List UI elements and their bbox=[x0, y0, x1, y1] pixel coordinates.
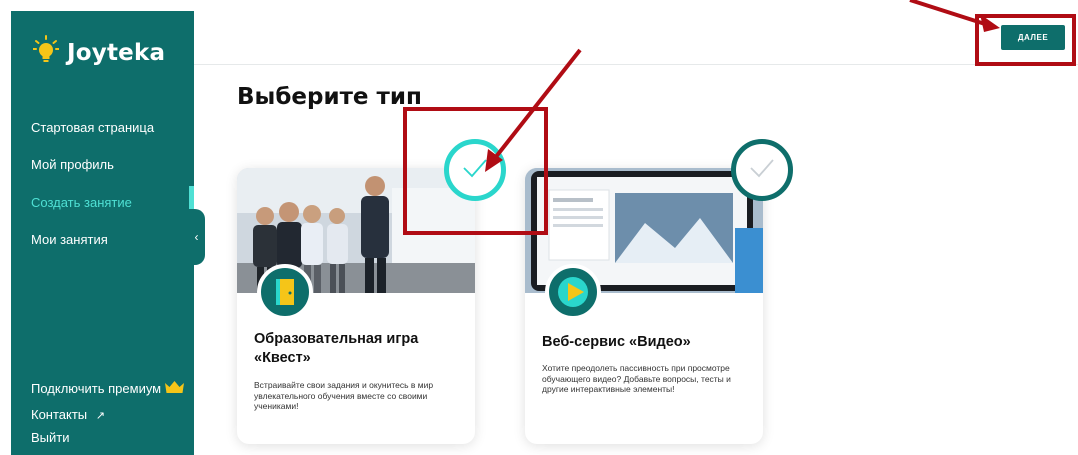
sidebar-item-premium[interactable]: Подключить премиум bbox=[31, 381, 185, 396]
chevron-left-icon: ‹ bbox=[194, 230, 199, 244]
crown-icon bbox=[165, 381, 185, 396]
sidebar-item-my-lessons[interactable]: Мои занятия bbox=[31, 232, 108, 247]
type-card-video[interactable]: Веб-сервис «Видео» Хотите преодолеть пас… bbox=[525, 168, 763, 444]
sidebar-collapse-toggle[interactable]: ‹ bbox=[188, 209, 205, 265]
selection-highlight bbox=[403, 107, 548, 235]
check-icon bbox=[749, 158, 775, 183]
external-link-icon: ↗ bbox=[95, 410, 105, 422]
play-icon bbox=[545, 264, 601, 320]
sidebar: Joyteka Стартовая страница Мой профиль С… bbox=[11, 11, 194, 455]
sidebar-item-profile[interactable]: Мой профиль bbox=[31, 157, 114, 172]
sidebar-item-contacts[interactable]: Контакты ↗ bbox=[31, 407, 105, 422]
bulb-icon bbox=[32, 35, 60, 70]
sidebar-item-logout[interactable]: Выйти bbox=[31, 430, 70, 445]
card-title: Образовательная игра «Квест» bbox=[254, 331, 419, 366]
header-divider bbox=[194, 64, 1078, 65]
card-title: Веб-сервис «Видео» bbox=[542, 334, 691, 350]
door-icon bbox=[257, 264, 313, 320]
page-title: Выберите тип bbox=[237, 84, 422, 110]
sidebar-item-create-lesson[interactable]: Создать занятие bbox=[31, 195, 132, 210]
card-description: Хотите преодолеть пассивность при просмо… bbox=[542, 363, 731, 394]
sidebar-item-start[interactable]: Стартовая страница bbox=[31, 120, 154, 135]
next-button-highlight bbox=[975, 14, 1076, 66]
logo[interactable]: Joyteka bbox=[32, 35, 166, 70]
brand-name: Joyteka bbox=[67, 39, 166, 66]
contacts-label: Контакты bbox=[31, 407, 88, 422]
premium-label: Подключить премиум bbox=[31, 381, 162, 396]
card-description: Встраивайте свои задания и окунитесь в м… bbox=[254, 380, 434, 411]
select-check-video[interactable] bbox=[731, 139, 793, 201]
